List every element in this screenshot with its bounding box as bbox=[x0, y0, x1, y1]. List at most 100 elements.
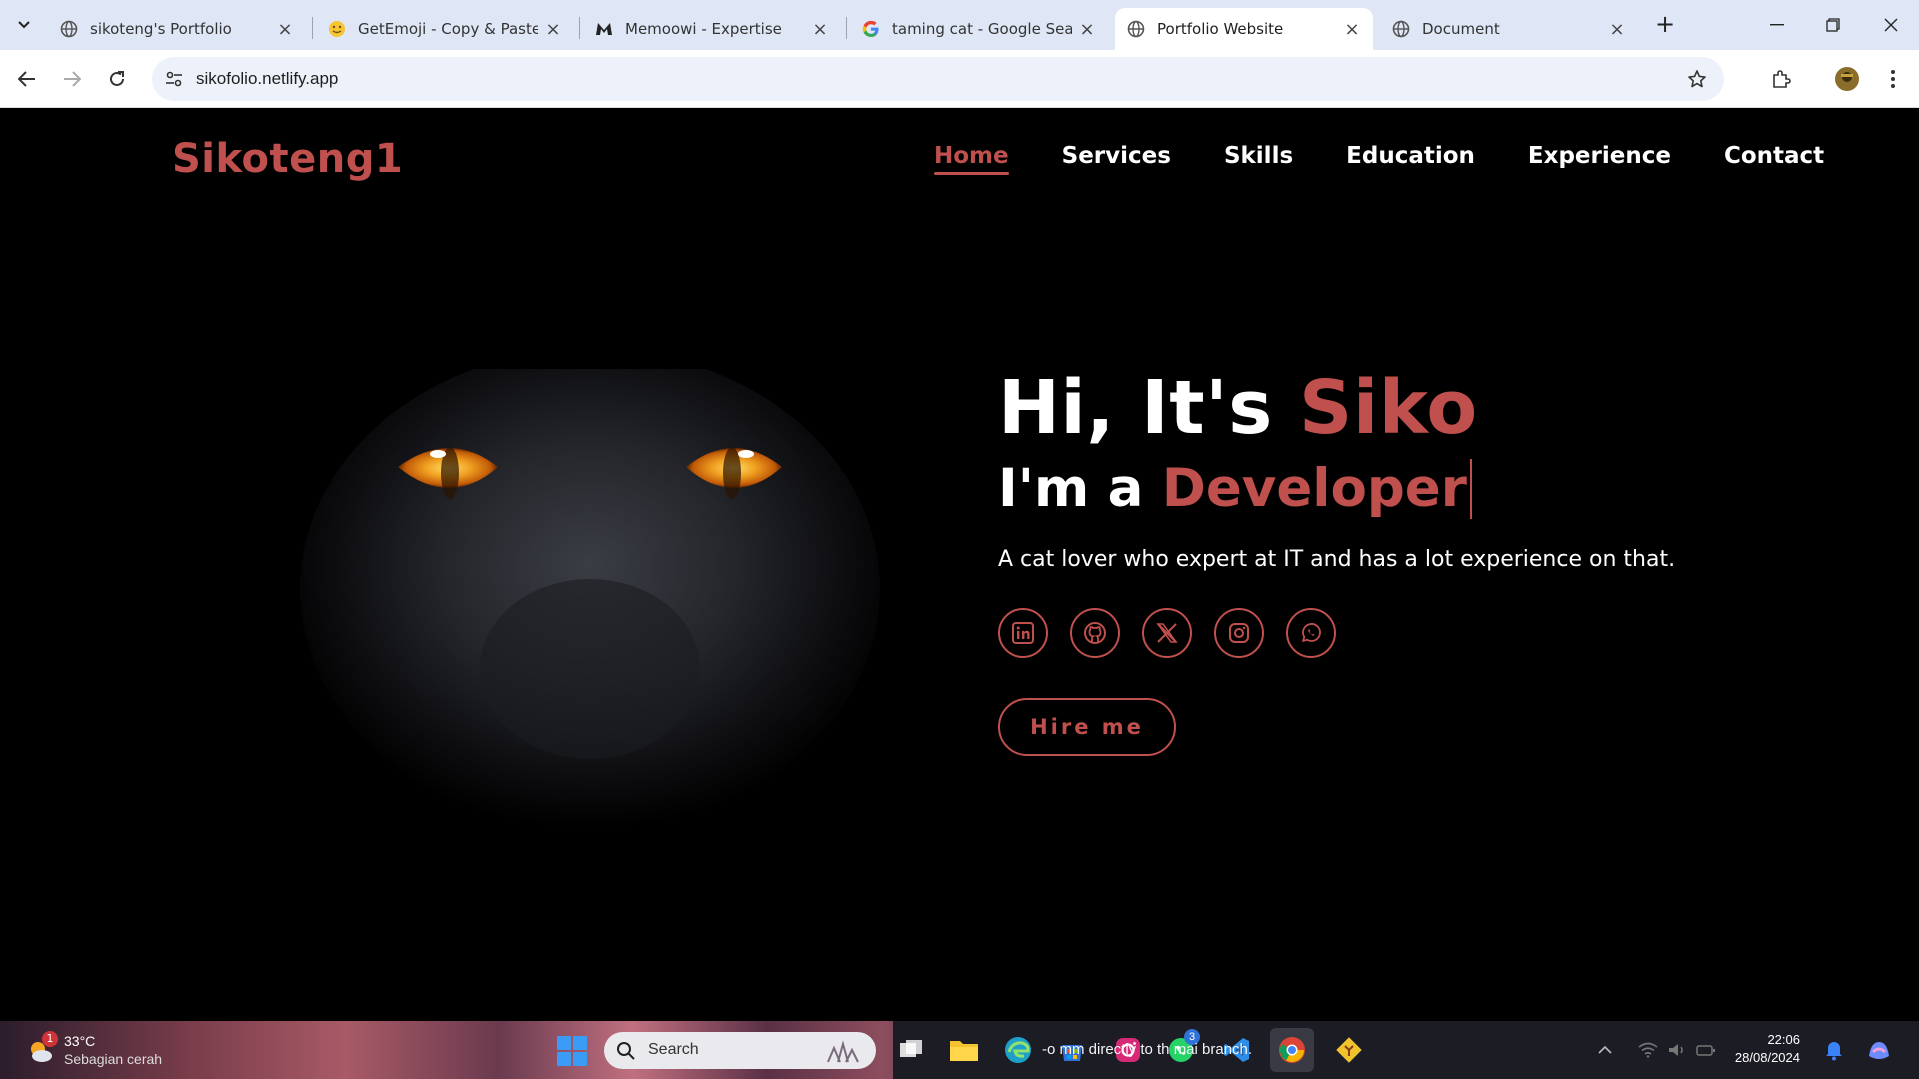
task-view-icon[interactable] bbox=[894, 1033, 928, 1067]
typing-caret bbox=[1469, 459, 1472, 519]
nav-education[interactable]: Education bbox=[1346, 143, 1475, 175]
windows-taskbar: 1 33°C Sebagian cerah Search 3 -o mm dir… bbox=[0, 1021, 1919, 1079]
globe-icon bbox=[1392, 20, 1410, 38]
site-logo[interactable]: Sikoteng1 bbox=[172, 136, 403, 182]
notifications-bell-icon[interactable] bbox=[1817, 1033, 1851, 1067]
reload-button[interactable] bbox=[100, 62, 134, 96]
greeting-name: Siko bbox=[1299, 365, 1478, 451]
chevron-up-icon[interactable] bbox=[1598, 1045, 1612, 1055]
tab-portfolio-website[interactable]: Portfolio Website × bbox=[1115, 8, 1373, 50]
taskbar-search[interactable]: Search bbox=[604, 1032, 876, 1069]
google-icon bbox=[862, 20, 880, 38]
extensions-icon[interactable] bbox=[1764, 62, 1798, 96]
instagram-link[interactable] bbox=[1214, 608, 1264, 658]
tab-close-button[interactable]: × bbox=[811, 19, 829, 40]
new-tab-button[interactable]: + bbox=[1652, 12, 1678, 38]
tab-title: Portfolio Website bbox=[1157, 20, 1284, 38]
tab-title: sikoteng's Portfolio bbox=[90, 20, 232, 38]
tab-memoowi[interactable]: Memoowi - Expertise × bbox=[583, 8, 841, 50]
nav-home[interactable]: Home bbox=[934, 143, 1009, 175]
copilot-icon[interactable] bbox=[1862, 1033, 1896, 1067]
tab-sikoteng-portfolio[interactable]: sikoteng's Portfolio × bbox=[48, 8, 306, 50]
browser-tab-strip: sikoteng's Portfolio × GetEmoji - Copy &… bbox=[0, 0, 1919, 50]
bookmark-star-icon[interactable] bbox=[1684, 66, 1710, 92]
social-links bbox=[998, 608, 1758, 658]
hero-greeting: Hi, It's Siko bbox=[998, 371, 1758, 445]
tab-document[interactable]: Document × bbox=[1380, 8, 1638, 50]
edge-icon[interactable] bbox=[1001, 1033, 1035, 1067]
volume-icon[interactable] bbox=[1668, 1042, 1686, 1058]
black-cat-image bbox=[300, 369, 880, 829]
main-nav: Home Services Skills Education Experienc… bbox=[934, 143, 1824, 175]
tab-title: Memoowi - Expertise bbox=[625, 20, 782, 38]
system-tray bbox=[1598, 1021, 1716, 1079]
site-info-icon[interactable] bbox=[160, 65, 188, 93]
hire-me-button[interactable]: Hire me bbox=[998, 698, 1176, 756]
tab-title: GetEmoji - Copy & Paste A bbox=[358, 20, 538, 38]
tab-close-button[interactable]: × bbox=[1078, 19, 1096, 40]
tab-close-button[interactable]: × bbox=[544, 19, 562, 40]
git-app-icon[interactable] bbox=[1332, 1033, 1366, 1067]
browser-menu-icon[interactable] bbox=[1876, 62, 1910, 96]
linkedin-link[interactable] bbox=[998, 608, 1048, 658]
clock-time: 22:06 bbox=[1767, 1032, 1800, 1047]
memoowi-icon bbox=[595, 20, 613, 38]
chrome-icon[interactable] bbox=[1270, 1028, 1314, 1072]
globe-icon bbox=[60, 20, 78, 38]
address-bar[interactable]: sikofolio.netlify.app bbox=[152, 57, 1724, 101]
tab-getemoji[interactable]: GetEmoji - Copy & Paste A × bbox=[316, 8, 574, 50]
tab-separator bbox=[579, 17, 580, 39]
clock-date: 28/08/2024 bbox=[1734, 1050, 1800, 1065]
tab-search-button[interactable] bbox=[10, 12, 38, 38]
x-twitter-link[interactable] bbox=[1142, 608, 1192, 658]
portfolio-page: Sikoteng1 Home Services Skills Education… bbox=[0, 109, 1919, 1021]
search-placeholder: Search bbox=[648, 1041, 699, 1058]
x-icon bbox=[1156, 623, 1178, 643]
profile-avatar[interactable] bbox=[1830, 62, 1864, 96]
tab-title: taming cat - Google Searc bbox=[892, 20, 1072, 38]
search-icon bbox=[617, 1042, 635, 1060]
close-window-button[interactable] bbox=[1866, 8, 1916, 42]
weather-widget[interactable]: 1 33°C Sebagian cerah bbox=[22, 1031, 172, 1071]
tab-title: Document bbox=[1422, 20, 1500, 38]
hero-role: I'm a Developer bbox=[998, 459, 1758, 519]
start-button[interactable] bbox=[557, 1036, 587, 1066]
battery-icon[interactable] bbox=[1696, 1042, 1716, 1058]
hero-text: Hi, It's Siko I'm a Developer A cat love… bbox=[998, 371, 1758, 756]
whatsapp-link[interactable] bbox=[1286, 608, 1336, 658]
github-link[interactable] bbox=[1070, 608, 1120, 658]
emoji-icon bbox=[328, 20, 346, 38]
github-icon bbox=[1084, 622, 1106, 644]
weather-temperature: 33°C bbox=[64, 1033, 96, 1049]
whatsapp-icon bbox=[1302, 623, 1321, 642]
globe-icon bbox=[1127, 20, 1145, 38]
taskbar-clock[interactable]: 22:06 28/08/2024 bbox=[1720, 1031, 1800, 1067]
overlay-tooltip-text: -o mm directly to th mai branch. bbox=[1042, 1041, 1253, 1058]
instagram-icon bbox=[1229, 623, 1249, 643]
linkedin-icon bbox=[1012, 622, 1034, 644]
forward-button[interactable] bbox=[55, 62, 89, 96]
search-highlight-icon bbox=[827, 1040, 859, 1063]
tab-separator bbox=[846, 17, 847, 39]
file-explorer-icon[interactable] bbox=[947, 1033, 981, 1067]
tab-close-button[interactable]: × bbox=[1343, 19, 1361, 40]
wifi-icon[interactable] bbox=[1638, 1042, 1658, 1058]
tab-separator bbox=[312, 17, 313, 39]
greeting-prefix: Hi, It's bbox=[998, 365, 1300, 451]
role-text: Developer bbox=[1161, 457, 1467, 519]
minimize-button[interactable] bbox=[1752, 8, 1802, 42]
browser-toolbar: sikofolio.netlify.app bbox=[0, 50, 1919, 108]
tab-close-button[interactable]: × bbox=[1608, 19, 1626, 40]
back-button[interactable] bbox=[10, 62, 44, 96]
url-text[interactable]: sikofolio.netlify.app bbox=[196, 69, 338, 89]
restore-button[interactable] bbox=[1808, 8, 1858, 42]
nav-services[interactable]: Services bbox=[1062, 143, 1171, 175]
nav-experience[interactable]: Experience bbox=[1528, 143, 1671, 175]
tab-close-button[interactable]: × bbox=[276, 19, 294, 40]
nav-skills[interactable]: Skills bbox=[1224, 143, 1293, 175]
tab-google-search[interactable]: taming cat - Google Searc × bbox=[850, 8, 1108, 50]
weather-notification-badge: 1 bbox=[42, 1031, 58, 1047]
hero-tagline: A cat lover who expert at IT and has a l… bbox=[998, 547, 1676, 572]
nav-contact[interactable]: Contact bbox=[1724, 143, 1824, 175]
role-prefix: I'm a bbox=[998, 457, 1162, 519]
